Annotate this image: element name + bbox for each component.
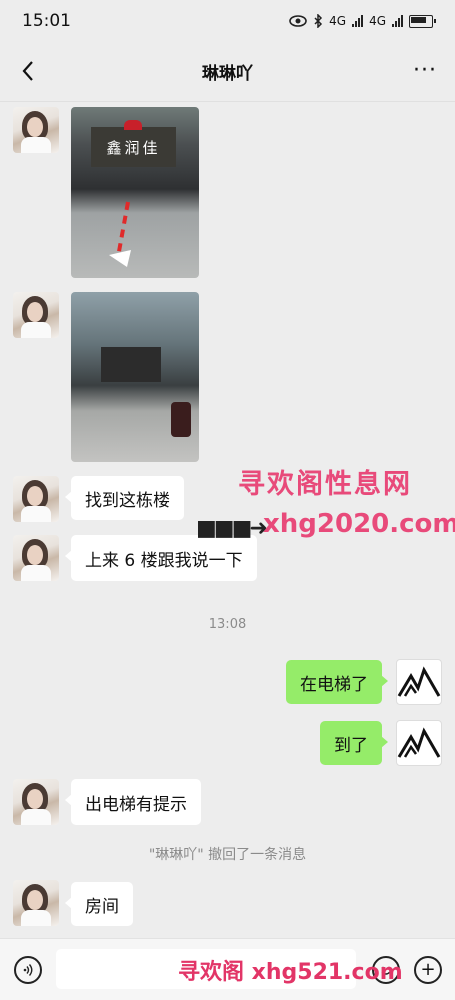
more-button[interactable]: ··· <box>413 58 437 83</box>
plus-button[interactable]: + <box>414 956 442 984</box>
scooter <box>171 402 191 437</box>
message-bubble[interactable]: 找到这栋楼 <box>65 476 184 520</box>
mountain-logo-icon <box>397 727 441 758</box>
my-avatar[interactable] <box>396 659 442 705</box>
bluetooth-icon <box>314 14 323 28</box>
watermark-arrow: ■■■➜ <box>196 516 268 541</box>
signal-icon-1 <box>352 15 364 27</box>
battery-icon <box>409 14 436 28</box>
chat-title: 琳琳吖 <box>202 64 253 84</box>
my-message-bubble[interactable]: 到了 <box>320 721 388 765</box>
my-avatar[interactable] <box>396 720 442 766</box>
building-entrance <box>101 347 161 382</box>
recall-notice: "琳琳吖" 撤回了一条消息 <box>148 847 307 863</box>
contact-avatar[interactable] <box>13 476 59 522</box>
my-message-bubble[interactable]: 在电梯了 <box>286 660 388 704</box>
image-message[interactable] <box>71 292 199 462</box>
chat-header: 琳琳吖 ··· <box>0 42 455 102</box>
signal-icon-2 <box>392 15 403 27</box>
image-message[interactable]: 鑫润佳 <box>71 107 199 278</box>
contact-avatar[interactable] <box>13 535 59 581</box>
direction-arrow-icon <box>109 201 131 267</box>
mountain-logo-icon <box>397 666 441 697</box>
voice-button[interactable] <box>14 956 42 984</box>
contact-avatar[interactable] <box>13 779 59 825</box>
message-bubble[interactable]: 房间 <box>65 882 133 926</box>
network-label-2: 4G <box>369 14 386 28</box>
watermark-bottom: 寻欢阁 xhg521.com <box>178 960 403 985</box>
eye-icon <box>289 15 307 27</box>
contact-avatar[interactable] <box>13 292 59 338</box>
message-bubble[interactable]: 上来 6 楼跟我说一下 <box>65 535 257 581</box>
message-bubble[interactable]: 出电梯有提示 <box>65 779 201 825</box>
watermark-url: xhg2020.com <box>263 509 455 539</box>
back-button[interactable] <box>14 56 42 86</box>
voice-icon <box>23 964 33 976</box>
chevron-left-icon <box>22 61 33 81</box>
watermark-title: 寻欢阁性息网 <box>238 469 412 500</box>
contact-avatar[interactable] <box>13 880 59 926</box>
status-bar: 15:01 4G 4G <box>0 0 455 42</box>
status-icons: 4G 4G <box>289 14 436 28</box>
status-time: 15:01 <box>22 11 71 31</box>
network-label-1: 4G <box>329 14 347 28</box>
contact-avatar[interactable] <box>13 107 59 153</box>
timestamp: 13:08 <box>208 617 247 632</box>
